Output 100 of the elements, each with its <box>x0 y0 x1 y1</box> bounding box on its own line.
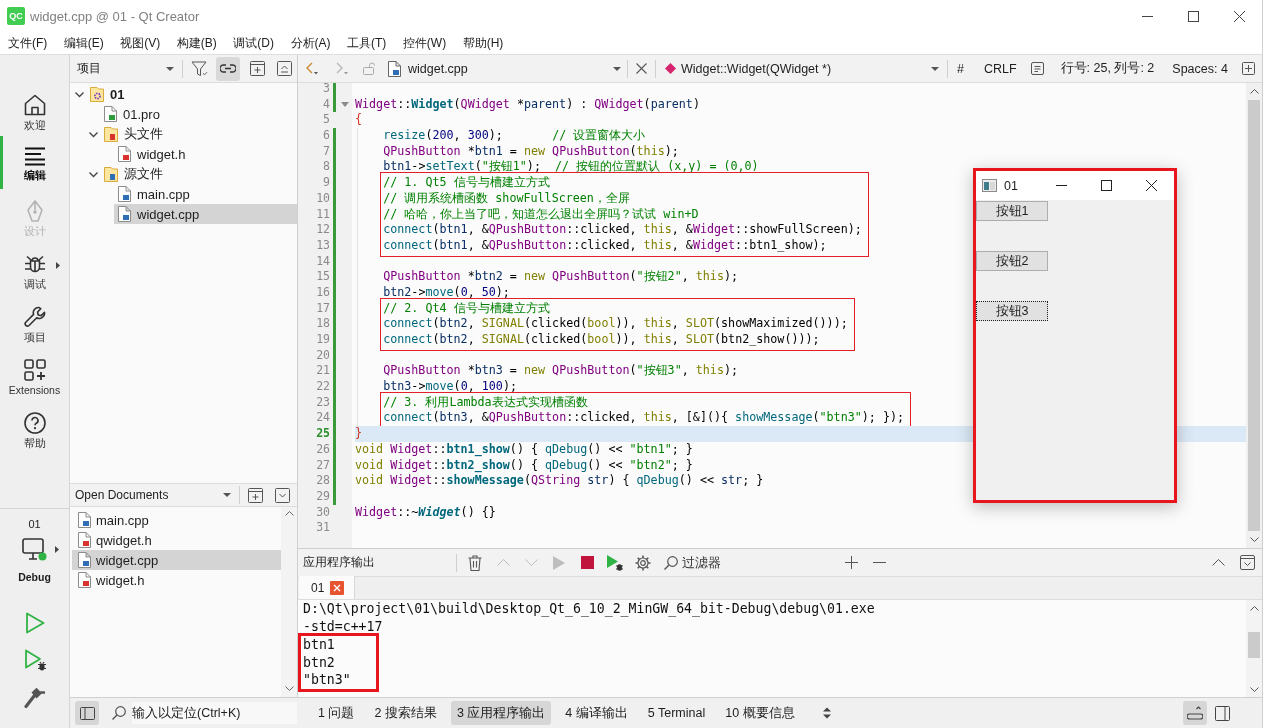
scroll-up-icon[interactable] <box>1249 606 1259 611</box>
pane-button[interactable]: 10 概要信息 <box>719 701 801 725</box>
file-selector[interactable]: widget.cpp <box>384 56 627 81</box>
scroll-down-icon[interactable] <box>1249 537 1259 542</box>
sync-toggle-button[interactable] <box>215 56 240 81</box>
scrollbar-thumb[interactable] <box>1248 100 1260 531</box>
locate-field[interactable]: 输入以定位(Ctrl+K) <box>132 702 297 724</box>
mode-button[interactable]: 调试 <box>0 242 69 295</box>
document-lines-icon[interactable] <box>1030 62 1044 75</box>
tree-item[interactable]: 01.pro <box>100 104 297 124</box>
tree-item[interactable]: 头文件 <box>100 124 297 144</box>
cursor-position[interactable]: 行号: 25, 列号: 2 <box>1053 56 1162 81</box>
build-config-button[interactable]: Debug <box>0 538 69 584</box>
tree-item[interactable]: 源文件 <box>100 164 297 184</box>
menu-item[interactable]: 帮助(H) <box>454 32 512 54</box>
document-item[interactable]: widget.cpp <box>72 550 281 570</box>
collapse-icon[interactable] <box>275 487 290 503</box>
document-item[interactable]: qwidget.h <box>72 530 281 550</box>
caret-icon <box>931 66 939 71</box>
collapse-icon[interactable] <box>277 61 292 76</box>
stop-icon[interactable] <box>580 556 594 569</box>
menu-item[interactable]: 分析(A) <box>282 32 339 54</box>
plus-icon[interactable] <box>845 556 858 569</box>
menu-item[interactable]: 控件(W) <box>394 32 455 54</box>
sidebar-toggle-button[interactable] <box>75 701 99 725</box>
output-line: D:\Qt\project\01\build\Desktop_Qt_6_10_2_MinGW_64_bit-Debug\debug\01.exe <box>303 600 876 618</box>
pane-button[interactable]: 5 Terminal <box>641 701 712 725</box>
code-line: void Widget::showMessage(QString str) { qDebug() << str; } <box>355 473 765 489</box>
line-number: 31 <box>315 520 330 536</box>
scrollbar-thumb[interactable] <box>1248 632 1260 658</box>
scrollbar[interactable] <box>281 507 297 697</box>
tree-item[interactable]: widget.cpp <box>114 204 297 224</box>
mode-button[interactable]: 项目 <box>0 295 69 348</box>
maximize-icon[interactable] <box>1187 10 1199 22</box>
push-button[interactable]: 按钮3 <box>976 301 1048 321</box>
document-item[interactable]: widget.h <box>72 570 281 590</box>
split-add-icon[interactable] <box>250 61 265 76</box>
menu-item[interactable]: 文件(F) <box>0 32 56 54</box>
push-button[interactable]: 按钮1 <box>976 201 1048 221</box>
split-add-icon[interactable] <box>248 487 263 503</box>
chevron-up-icon[interactable] <box>1212 559 1225 566</box>
maximize-icon[interactable] <box>1101 180 1112 191</box>
sidebar-icon[interactable] <box>1215 705 1230 721</box>
tree-item[interactable]: 01 <box>86 84 297 104</box>
scrollbar[interactable] <box>1246 600 1262 697</box>
menu-item[interactable]: 工具(T) <box>339 32 395 54</box>
pane-button[interactable]: 1 问题 <box>312 701 361 725</box>
document-item[interactable]: main.cpp <box>72 510 281 530</box>
document-icon <box>118 146 131 162</box>
indentation-selector[interactable]: Spaces: 4 <box>1165 56 1235 81</box>
scroll-down-icon[interactable] <box>284 686 294 691</box>
panel-collapse-icon[interactable] <box>1240 555 1255 570</box>
pane-button[interactable]: 2 搜索结果 <box>368 701 443 725</box>
output-line: btn1 <box>303 636 336 654</box>
mode-button[interactable]: 欢迎 <box>0 83 69 136</box>
document-icon <box>104 106 117 122</box>
text-lines-icon <box>23 147 46 166</box>
scroll-up-icon[interactable] <box>284 511 294 516</box>
line-number: 24 <box>315 410 330 427</box>
close-icon[interactable] <box>1233 10 1245 22</box>
output-toggle-button[interactable] <box>1183 701 1207 725</box>
output-line: -std=c++17 <box>303 617 384 635</box>
view-selector[interactable]: Open Documents <box>70 483 239 507</box>
window-title: widget.cpp @ 01 - Qt Creator <box>30 8 200 24</box>
close-icon[interactable] <box>1146 180 1157 191</box>
filter-field[interactable]: 过滤器 <box>682 555 832 570</box>
code-line: // 哈哈，你上当了吧，知道怎么退出全屏吗？试试 win+D <box>383 206 700 223</box>
code-line: // 2. Qt4 信号与槽建立方式 <box>383 300 551 317</box>
mode-button[interactable]: 帮助 <box>0 401 69 454</box>
symbol-selector[interactable]: Widget::Widget(QWidget *) <box>656 56 947 81</box>
split-icon[interactable] <box>1241 62 1255 75</box>
line-ending-selector[interactable]: CRLF <box>976 56 1024 81</box>
output-tab[interactable]: 01 <box>299 576 356 599</box>
gear-icon[interactable] <box>635 554 651 571</box>
tree-item[interactable]: widget.h <box>114 144 297 164</box>
trash-icon[interactable] <box>468 554 482 571</box>
menu-item[interactable]: 视图(V) <box>112 32 169 54</box>
mode-button[interactable]: Extensions <box>0 348 69 401</box>
tree-item[interactable]: main.cpp <box>114 184 297 204</box>
hammer-icon[interactable] <box>23 687 46 709</box>
menu-item[interactable]: 编辑(E) <box>55 32 112 54</box>
scrollbar[interactable] <box>1246 83 1262 548</box>
up-down-arrows-icon[interactable] <box>822 707 831 719</box>
pane-button[interactable]: 3 应用程序输出 <box>450 701 552 725</box>
pane-button[interactable]: 4 编译输出 <box>559 701 634 725</box>
close-icon[interactable] <box>636 63 647 74</box>
filter-icon[interactable] <box>190 60 208 77</box>
app-logo: QC <box>7 7 25 25</box>
debug-play-icon[interactable] <box>607 554 623 571</box>
fold-arrow-icon[interactable] <box>340 101 349 108</box>
scroll-down-icon[interactable] <box>1249 687 1259 692</box>
debug-run-icon[interactable] <box>23 649 46 671</box>
menu-item[interactable]: 构建(B) <box>168 32 225 54</box>
scroll-up-icon[interactable] <box>1249 89 1259 94</box>
back-icon[interactable] <box>306 62 319 75</box>
push-button[interactable]: 按钮2 <box>976 251 1048 271</box>
hash-toggle[interactable]: # <box>950 56 971 81</box>
minimize-icon[interactable] <box>1141 15 1153 17</box>
menu-item[interactable]: 调试(D) <box>225 32 282 54</box>
view-selector[interactable]: 项目 <box>70 56 182 81</box>
